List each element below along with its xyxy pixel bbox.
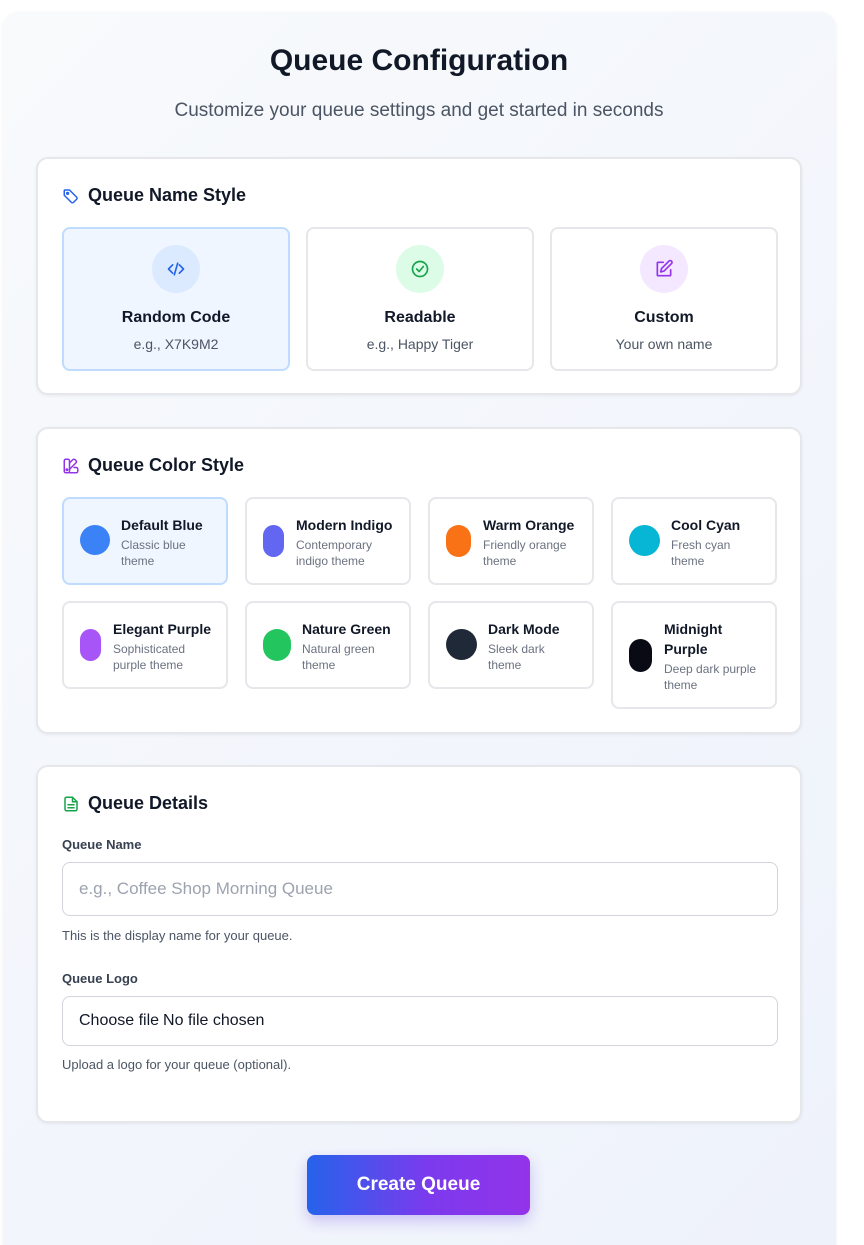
- color-option-desc: Natural green: [302, 642, 375, 656]
- color-swatch: [263, 629, 291, 661]
- color-style-heading: Queue Color Style: [88, 455, 245, 475]
- color-swatch: [446, 629, 477, 660]
- color-swatch: [80, 629, 101, 661]
- color-option-warm-orange[interactable]: Warm Orange Friendly orange theme: [428, 497, 594, 585]
- queue-name-input[interactable]: [62, 862, 778, 916]
- color-option-midnight-purple[interactable]: Midnight Purple Deep dark purple theme: [611, 601, 777, 709]
- color-swatch: [80, 525, 110, 555]
- color-option-nature-green[interactable]: Nature Green Natural green theme: [245, 601, 411, 689]
- color-option-desc: theme: [483, 554, 517, 568]
- color-option-desc: Sleek dark: [488, 642, 545, 656]
- color-option-desc: indigo theme: [296, 554, 365, 568]
- name-style-card: Queue Name Style Random Code e.g., X7K9M…: [36, 157, 802, 395]
- color-option-desc: theme: [664, 678, 698, 692]
- color-swatch: [629, 525, 660, 556]
- name-option-label: Random Code: [121, 309, 231, 326]
- details-header: Queue Details: [62, 793, 208, 814]
- color-option-desc: Friendly orange: [483, 538, 567, 552]
- color-option-default-blue[interactable]: Default Blue Classic blue theme: [62, 497, 228, 585]
- color-option-name: Modern Indigo: [296, 517, 393, 533]
- color-option-desc: theme: [121, 554, 155, 568]
- color-option-desc: theme: [488, 658, 522, 672]
- color-option-desc: Contemporary: [296, 538, 373, 552]
- color-option-name: Nature Green: [302, 621, 391, 637]
- color-option-desc: Sophisticated: [113, 642, 186, 656]
- file-status: No file chosen: [163, 1012, 265, 1029]
- page-title: Queue Configuration: [269, 44, 569, 77]
- color-option-name: Cool Cyan: [671, 517, 741, 533]
- edit-icon: [640, 245, 688, 293]
- color-option-elegant-purple[interactable]: Elegant Purple Sophisticated purple them…: [62, 601, 228, 689]
- check-circle-icon: [396, 245, 444, 293]
- name-option-random-code[interactable]: Random Code e.g., X7K9M2: [62, 227, 290, 371]
- color-option-desc: Classic blue: [121, 538, 186, 552]
- palette-icon: [62, 457, 80, 475]
- queue-name-help: This is the display name for your queue.: [62, 928, 293, 943]
- queue-logo-help: Upload a logo for your queue (optional).: [62, 1057, 292, 1072]
- code-icon: [152, 245, 200, 293]
- color-option-desc: purple theme: [113, 658, 184, 672]
- create-queue-button[interactable]: Create Queue: [307, 1155, 530, 1215]
- name-option-readable[interactable]: Readable e.g., Happy Tiger: [306, 227, 534, 371]
- color-option-name: Midnight: [664, 621, 723, 637]
- queue-name-label: Queue Name: [62, 837, 142, 852]
- page-subtitle: Customize your queue settings and get st…: [174, 100, 664, 121]
- color-option-cool-cyan[interactable]: Cool Cyan Fresh cyan theme: [611, 497, 777, 585]
- name-option-example: Your own name: [615, 336, 713, 352]
- color-option-desc: theme: [302, 658, 336, 672]
- details-heading: Queue Details: [88, 793, 209, 813]
- queue-logo-label: Queue Logo: [62, 971, 138, 986]
- document-icon: [62, 795, 80, 813]
- color-swatch: [629, 639, 652, 672]
- color-option-name: Warm Orange: [483, 517, 575, 533]
- color-option-modern-indigo[interactable]: Modern Indigo Contemporary indigo theme: [245, 497, 411, 585]
- color-style-header: Queue Color Style: [62, 455, 244, 476]
- name-option-example: e.g., X7K9M2: [133, 336, 219, 352]
- name-option-label: Readable: [384, 309, 456, 326]
- choose-file-button[interactable]: Choose file: [79, 1012, 159, 1030]
- color-option-name: Elegant Purple: [113, 621, 212, 637]
- color-option-name: Default Blue: [121, 517, 203, 533]
- color-option-desc: Deep dark purple: [664, 662, 757, 676]
- color-option-desc: theme: [671, 554, 705, 568]
- color-swatch: [263, 525, 284, 557]
- name-style-header: Queue Name Style: [62, 185, 246, 206]
- color-option-desc: Fresh cyan: [671, 538, 731, 552]
- name-option-custom[interactable]: Custom Your own name: [550, 227, 778, 371]
- color-option-name: Purple: [664, 641, 708, 657]
- color-style-card: Queue Color Style Default Blue Classic b…: [36, 427, 802, 734]
- color-option-name: Dark Mode: [488, 621, 560, 637]
- name-option-label: Custom: [634, 309, 694, 326]
- color-swatch: [446, 525, 471, 557]
- details-card: Queue Details Queue Name This is the dis…: [36, 765, 802, 1123]
- queue-logo-file-input[interactable]: Choose file No file chosen: [62, 996, 778, 1046]
- name-style-heading: Queue Name Style: [88, 185, 247, 205]
- color-option-dark-mode[interactable]: Dark Mode Sleek dark theme: [428, 601, 594, 689]
- tag-icon: [62, 187, 80, 205]
- name-option-example: e.g., Happy Tiger: [366, 336, 474, 352]
